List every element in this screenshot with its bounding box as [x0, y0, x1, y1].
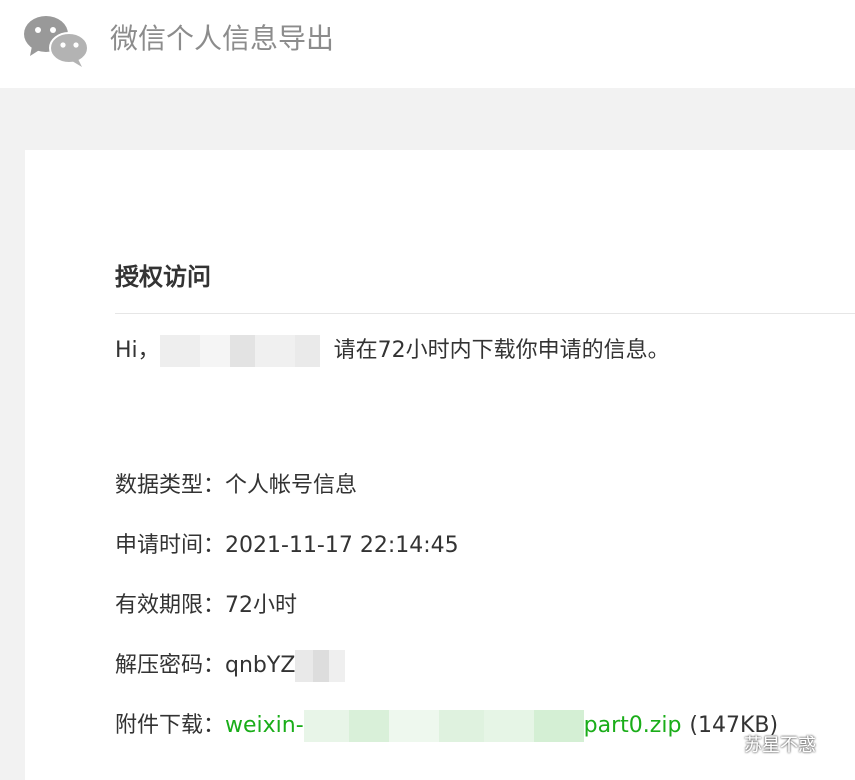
attachment-link-prefix[interactable]: weixin- [225, 710, 304, 742]
divider [115, 313, 855, 314]
row-data-type: 数据类型：个人帐号信息 [115, 470, 357, 502]
authorization-card: 授权访问 Hi， 请在72小时内下载你申请的信息。 数据类型：个人帐号信息 申请时… [25, 150, 855, 780]
redacted-password [295, 650, 346, 682]
greeting: Hi， 请在72小时内下载你申请的信息。 [115, 335, 670, 367]
wechat-icon [712, 731, 738, 758]
password-value: qnbYZ [225, 653, 296, 678]
watermark: 苏星不惑 [712, 730, 816, 758]
attachment-label: 附件下载： [115, 713, 226, 738]
row-validity: 有效期限：72小时 [115, 590, 297, 622]
request-time-value: 2021-11-17 22:14:45 [225, 533, 459, 558]
watermark-text: 苏星不惑 [744, 735, 816, 756]
greeting-message: 请在72小时内下载你申请的信息。 [333, 338, 670, 363]
row-attachment: 附件下载：weixin-part0.zip (147KB) [115, 710, 778, 742]
card-title: 授权访问 [115, 263, 211, 291]
row-password: 解压密码：qnbYZ [115, 650, 346, 682]
validity-label: 有效期限： [115, 593, 226, 618]
page-header: 微信个人信息导出 [0, 0, 855, 88]
wechat-logo-icon [22, 12, 92, 68]
attachment-link-suffix[interactable]: part0.zip [584, 710, 682, 742]
data-type-label: 数据类型： [115, 473, 226, 498]
greeting-prefix: Hi， [115, 338, 160, 363]
data-type-value: 个人帐号信息 [225, 473, 358, 498]
app-title: 微信个人信息导出 [110, 22, 335, 55]
validity-value: 72小时 [225, 593, 298, 618]
redacted-filename[interactable] [303, 710, 584, 742]
redacted-username [159, 335, 320, 367]
password-label: 解压密码： [115, 653, 226, 678]
row-request-time: 申请时间：2021-11-17 22:14:45 [115, 530, 459, 562]
request-time-label: 申请时间： [115, 533, 226, 558]
